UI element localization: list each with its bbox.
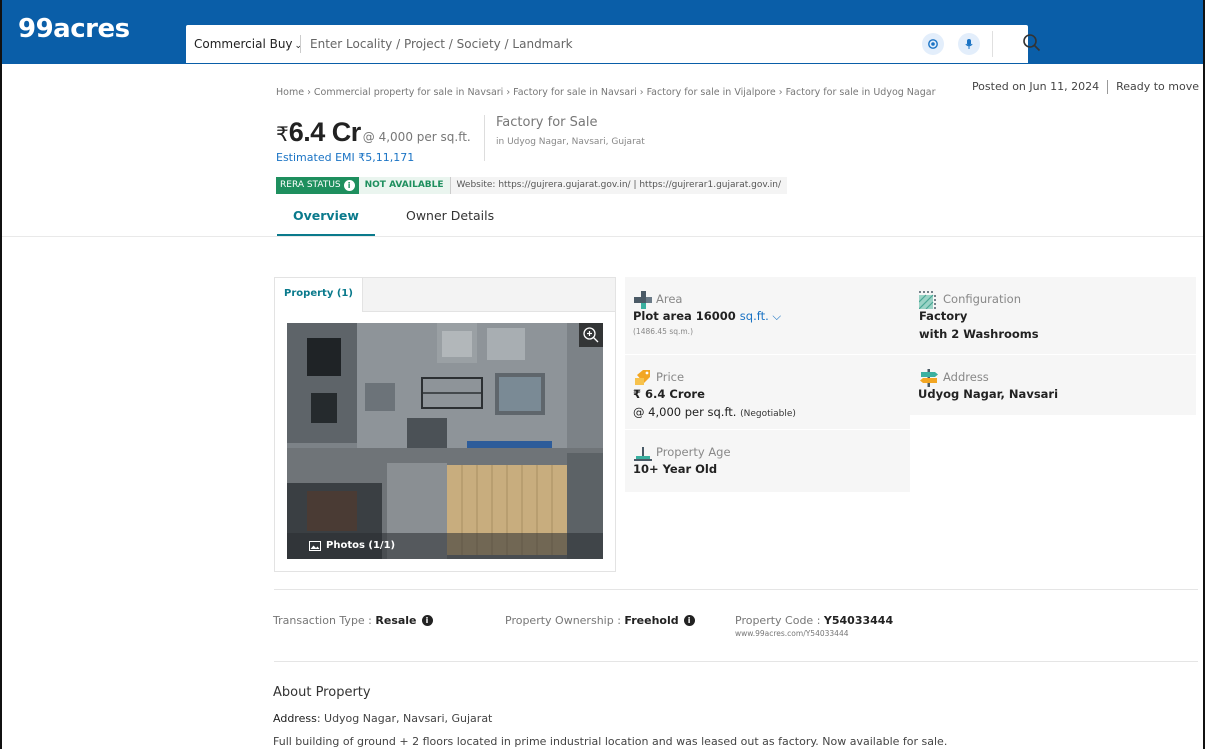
about-address-label: Address — [273, 712, 317, 725]
transaction-value: Resale — [375, 614, 417, 627]
configuration-washrooms: with 2 Washrooms — [919, 327, 1039, 341]
property-url: www.99acres.com/Y54033444 — [735, 629, 849, 638]
price-amount: 6.4 Cr — [288, 117, 362, 147]
breadcrumb-item[interactable]: Commercial property for sale in Navsari — [314, 87, 503, 98]
location-button[interactable] — [922, 33, 944, 55]
property-title: Factory for Sale — [496, 115, 598, 130]
signpost-icon — [920, 369, 938, 387]
ownership-value: Freehold — [624, 614, 679, 627]
currency-symbol: ₹ — [276, 124, 289, 146]
configuration-icon — [919, 291, 936, 309]
price-per-sqft: @ 4,000 per sq.ft. (Negotiable) — [633, 405, 796, 419]
zoom-button[interactable] — [579, 323, 603, 347]
tabs-underline — [0, 236, 1205, 237]
photo-count[interactable]: Photos (1/1) — [309, 540, 395, 551]
configuration-value: Factory — [919, 309, 968, 323]
tab-property-photos[interactable]: Property (1) — [275, 278, 363, 312]
posted-date: Posted on Jun 11, 2024 — [971, 80, 1100, 93]
info-icon[interactable]: i — [421, 615, 433, 626]
search-button[interactable] — [1022, 33, 1042, 58]
transaction-type: Transaction Type : Resale i — [273, 614, 433, 627]
price-value: ₹ 6.4 Crore — [633, 387, 705, 401]
microphone-icon — [965, 39, 973, 49]
rera-status: NOT AVAILABLE — [358, 177, 450, 194]
price-tag-icon — [635, 370, 650, 385]
section-divider — [274, 589, 1198, 590]
property-photo[interactable]: Photos (1/1) — [287, 323, 603, 559]
address-value: Udyog Nagar, Navsari — [918, 387, 1059, 401]
area-sqm: (1486.45 sq.m.) — [633, 327, 693, 336]
rera-website: Website: https://gujrera.gujarat.gov.in/… — [449, 177, 788, 194]
property-code-value: Y54033444 — [823, 614, 894, 627]
property-age-value: 10+ Year Old — [633, 462, 718, 476]
price-heading: ₹6.4 Cr @ 4,000 per sq.ft. — [276, 117, 471, 148]
photo-count-label: Photos (1/1) — [326, 540, 396, 551]
address-label: Address — [943, 370, 989, 384]
rera-badge: RERA STATUS i — [276, 177, 359, 194]
breadcrumb: Home › Commercial property for sale in Nav… — [276, 87, 936, 98]
about-address: Address: Udyog Nagar, Navsari, Gujarat — [273, 712, 492, 725]
price-label: Price — [656, 370, 685, 384]
building-photo — [287, 323, 603, 559]
detail-address: Address Udyog Nagar, Navsari — [910, 355, 1196, 415]
info-icon[interactable]: i — [343, 180, 355, 191]
locate-icon — [928, 39, 938, 49]
detail-price: Price ₹ 6.4 Crore @ 4,000 per sq.ft. (Ne… — [625, 355, 910, 429]
rera-strip: RERA STATUS i NOT AVAILABLE Website: htt… — [276, 177, 788, 194]
breadcrumb-item[interactable]: Factory for sale in Navsari — [513, 87, 637, 98]
detail-configuration: Configuration Factory with 2 Washrooms — [910, 277, 1196, 354]
detail-area: Area Plot area 16000 sq.ft. ⌵ (1486.45 sq… — [625, 277, 910, 354]
search-divider — [300, 35, 301, 53]
about-address-value: : Udyog Nagar, Navsari, Gujarat — [316, 712, 493, 725]
property-location: in Udyog Nagar, Navsari, Gujarat — [496, 137, 645, 147]
property-ownership: Property Ownership : Freehold i — [505, 614, 695, 627]
chevron-down-icon: ⌵ — [772, 309, 782, 323]
property-age-label: Property Age — [656, 445, 731, 459]
rera-label: RERA STATUS — [280, 180, 341, 190]
image-icon — [309, 540, 321, 551]
photo-gallery: Property (1) Photos (1/1) — [274, 277, 616, 572]
category-dropdown[interactable]: Commercial Buy ⌄ — [194, 37, 302, 51]
title-divider — [484, 115, 485, 161]
breadcrumb-item[interactable]: Factory for sale in Udyog Nagar — [786, 87, 936, 98]
zoom-in-icon — [583, 327, 599, 343]
search-input[interactable]: Enter Locality / Project / Society / Lan… — [310, 37, 573, 51]
voice-search-button[interactable] — [958, 33, 980, 55]
info-icon[interactable]: i — [683, 615, 695, 626]
area-value: Plot area 16000 sq.ft. ⌵ — [633, 309, 782, 323]
section-divider — [274, 661, 1198, 662]
search-icon — [1023, 34, 1041, 52]
unit-dropdown[interactable]: sq.ft. ⌵ — [740, 309, 781, 323]
breadcrumb-item[interactable]: Home — [276, 87, 304, 98]
property-code: Property Code : Y54033444 — [735, 614, 894, 627]
configuration-label: Configuration — [943, 292, 1021, 306]
negotiable-tag: (Negotiable) — [740, 409, 796, 419]
possession-status: Ready to move — [1116, 80, 1199, 93]
top-header: 99acres Commercial Buy ⌄ Enter Locality /… — [0, 0, 1205, 64]
search-divider-right — [992, 31, 993, 57]
meta-divider — [1107, 80, 1109, 94]
tab-owner-details[interactable]: Owner Details — [406, 208, 494, 223]
listing-meta: Posted on Jun 11, 2024 Ready to move — [972, 80, 1199, 94]
area-label: Area — [656, 292, 683, 306]
about-heading: About Property — [273, 685, 371, 700]
price-rate: @ 4,000 per sq.ft. — [362, 130, 471, 144]
breadcrumb-item[interactable]: Factory for sale in Vijalpore — [647, 87, 776, 98]
detail-property-age: Property Age 10+ Year Old — [625, 430, 910, 492]
property-age-icon — [634, 447, 652, 461]
category-label: Commercial Buy — [194, 37, 293, 51]
about-description: Full building of ground + 2 floors locat… — [273, 735, 948, 748]
tab-overview[interactable]: Overview — [277, 208, 375, 236]
search-bar: Commercial Buy ⌄ Enter Locality / Project… — [186, 25, 1041, 63]
area-icon — [634, 291, 652, 309]
site-logo[interactable]: 99acres — [18, 14, 130, 44]
emi-link[interactable]: Estimated EMI ₹5,11,171 — [276, 151, 414, 164]
